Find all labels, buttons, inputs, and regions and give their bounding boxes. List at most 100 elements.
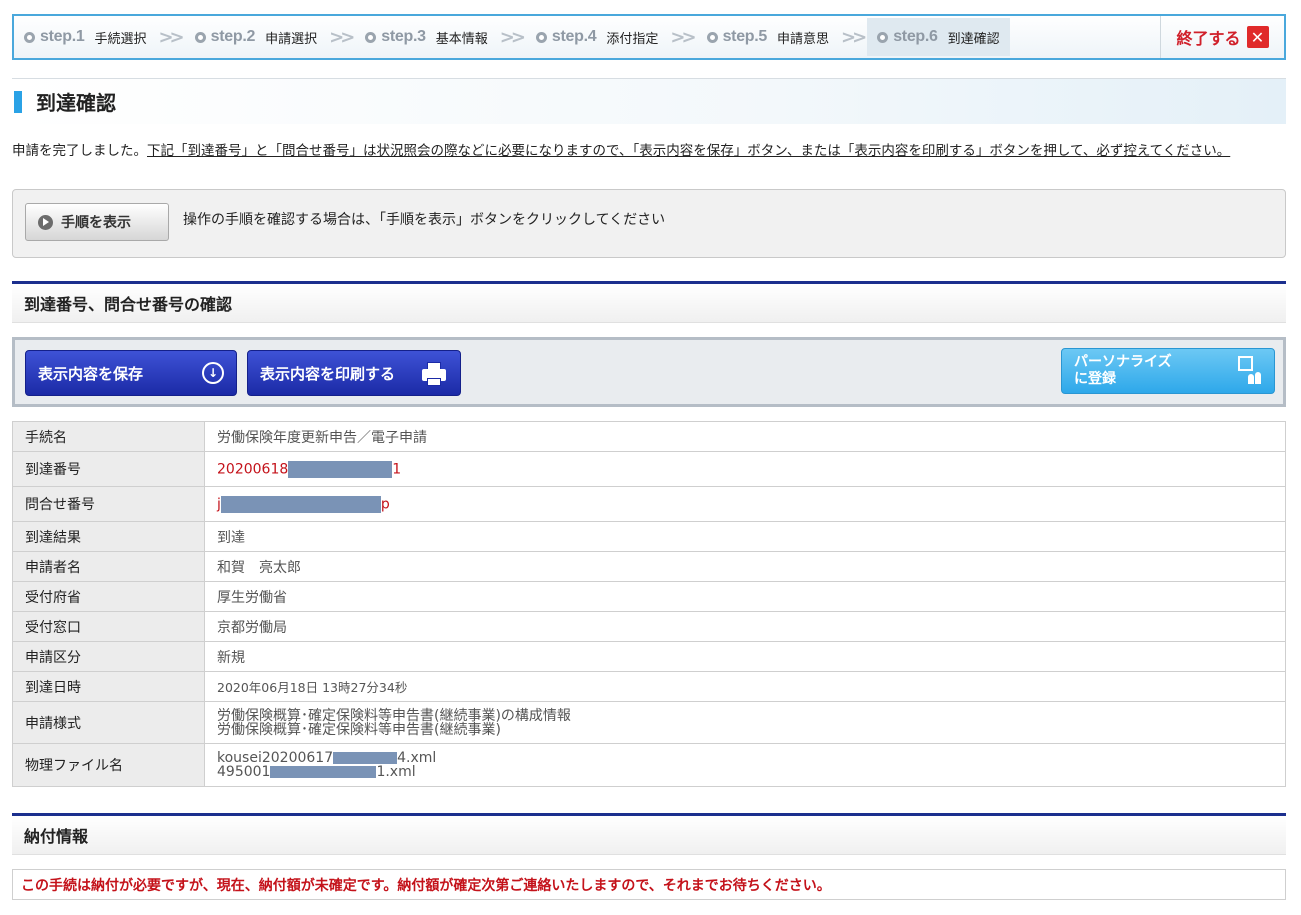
step-label: 基本情報 [435,31,488,47]
table-row: 問合せ番号 jp [12,486,1286,522]
show-procedure-button[interactable]: 手順を表示 [25,203,169,241]
download-icon: ↓ [202,362,224,384]
section-title: 納付情報 [24,827,89,846]
row-key: 到達日時 [12,671,205,702]
table-row: 申請区分 新規 [12,641,1286,672]
section-header-numbers: 到達番号、問合せ番号の確認 [12,281,1286,323]
double-chevron-right-icon: >> [841,26,867,48]
row-value: 2020年06月18日 13時27分34秒 [204,671,1286,702]
row-key: 受付窓口 [12,611,205,642]
page-title-bar: 到達確認 [12,78,1286,124]
row-key: 問合せ番号 [12,486,205,522]
table-row: 物理ファイル名 kousei20200617 4.xml 495001 1.xml [12,743,1286,787]
close-icon: ✕ [1246,26,1269,48]
step-label: 申請意思 [777,31,830,47]
step-number: step.5 [722,28,768,45]
step-label: 到達確認 [947,31,1000,47]
redacted-block [270,766,377,778]
action-bar: 表示内容を保存 ↓ 表示内容を印刷する パーソナライズ に登録 [12,337,1286,407]
row-value: 京都労働局 [204,611,1286,642]
row-value: kousei20200617 4.xml 495001 1.xml [204,743,1286,787]
row-key: 到達結果 [12,521,205,552]
save-content-label: 表示内容を保存 [38,364,144,383]
step-label: 手続選択 [94,31,147,47]
double-chevron-right-icon: >> [158,26,184,48]
completion-notice: 申請を完了しました。下記「到達番号」と「問合せ番号」は状況照会の際などに必要にな… [12,144,1286,159]
step-5: step.5 申請意思 >> [697,18,867,56]
step-2: step.2 申請選択 >> [185,18,355,56]
row-key: 物理ファイル名 [12,743,205,787]
redacted-block [220,495,381,513]
quit-button[interactable]: 終了する ✕ [1160,16,1284,58]
table-row: 到達番号 20200618 1 [12,451,1286,487]
format-line: 労働保険概算･確定保険料等申告書(継続事業) [217,721,501,738]
payment-notice-box: この手続は納付が必要ですが、現在、納付額が未確定です。納付額が確定次第ご連絡いた… [12,869,1286,900]
step-dot-icon [706,31,718,43]
table-row: 申請様式 労働保険概算･確定保険料等申告書(継続事業)の構成情報 労働保険概算･… [12,701,1286,744]
row-key: 手続名 [12,421,205,452]
step-dot-icon [877,31,889,43]
title-accent [14,90,22,113]
table-row: 申請者名 和賀 亮太郎 [12,551,1286,582]
row-key: 申請区分 [12,641,205,672]
procedure-hint: 操作の手順を確認する場合は、「手順を表示」ボタンをクリックしてください [183,212,666,228]
show-procedure-label: 手順を表示 [61,215,131,231]
payment-notice: この手続は納付が必要ですが、現在、納付額が未確定です。納付額が確定次第ご連絡いた… [21,877,831,894]
double-chevron-right-icon: >> [499,26,526,48]
step-1: step.1 手続選択 >> [14,18,185,56]
step-number: step.2 [210,28,256,45]
row-value: 厚生労働省 [204,581,1286,612]
table-row: 到達結果 到達 [12,521,1286,552]
double-chevron-right-icon: >> [670,26,696,48]
row-value: 到達 [204,521,1286,552]
file-name: 495001 1.xml [217,765,1273,779]
step-label: 添付指定 [606,31,659,47]
step-number: step.4 [551,28,597,45]
step-dot-icon [24,31,35,43]
printer-icon [420,360,448,386]
step-dot-icon [194,31,206,43]
notice-plain: 申請を完了しました。 [12,143,147,159]
section-title: 到達番号、問合せ番号の確認 [24,295,233,314]
double-chevron-right-icon: >> [329,26,355,48]
file-prefix: 495001 [217,764,271,780]
row-key: 到達番号 [12,451,205,487]
table-row: 到達日時 2020年06月18日 13時27分34秒 [12,671,1286,702]
step-progress-bar: step.1 手続選択 >> step.2 申請選択 >> step.3 基本情… [12,14,1286,60]
table-row: 受付窓口 京都労働局 [12,611,1286,642]
quit-label: 終了する [1176,29,1241,48]
table-row: 手続名 労働保険年度更新申告／電子申請 [12,421,1286,452]
row-value: 労働保険年度更新申告／電子申請 [204,421,1286,452]
step-dot-icon [535,31,547,43]
step-3: step.3 基本情報 >> [355,18,526,56]
page-title: 到達確認 [36,91,116,115]
arrival-number-prefix: 20200618 [217,461,289,477]
personalize-icon [1236,356,1262,386]
file-suffix: 1.xml [376,764,416,780]
play-icon [38,214,53,230]
row-key: 申請様式 [12,701,205,744]
step-number: step.3 [381,28,426,45]
arrival-number: 20200618 1 [204,451,1286,487]
section-header-payment: 納付情報 [12,813,1286,855]
step-dot-icon [365,31,377,43]
step-label: 申請選択 [265,31,318,47]
personalize-register-button[interactable]: パーソナライズ に登録 [1061,348,1275,394]
row-value: 新規 [204,641,1286,672]
notice-underlined: 下記「到達番号」と「問合せ番号」は状況照会の際などに必要になりますので、「表示内… [147,143,1231,159]
row-value: 和賀 亮太郎 [204,551,1286,582]
table-row: 受付府省 厚生労働省 [12,581,1286,612]
file-name: kousei20200617 4.xml [217,751,1273,765]
step-6-current: step.6 到達確認 [867,18,1010,56]
save-content-button[interactable]: 表示内容を保存 ↓ [25,350,237,396]
inquiry-number: jp [204,486,1286,522]
redacted-block [333,752,398,764]
redacted-block [288,460,393,478]
step-number: step.1 [40,28,85,45]
print-content-button[interactable]: 表示内容を印刷する [247,350,461,396]
row-value: 労働保険概算･確定保険料等申告書(継続事業)の構成情報 労働保険概算･確定保険料… [204,701,1286,744]
print-content-label: 表示内容を印刷する [260,364,396,383]
format-line: 労働保険概算･確定保険料等申告書(継続事業)の構成情報 [217,707,571,724]
row-key: 申請者名 [12,551,205,582]
step-number: step.6 [893,28,938,45]
